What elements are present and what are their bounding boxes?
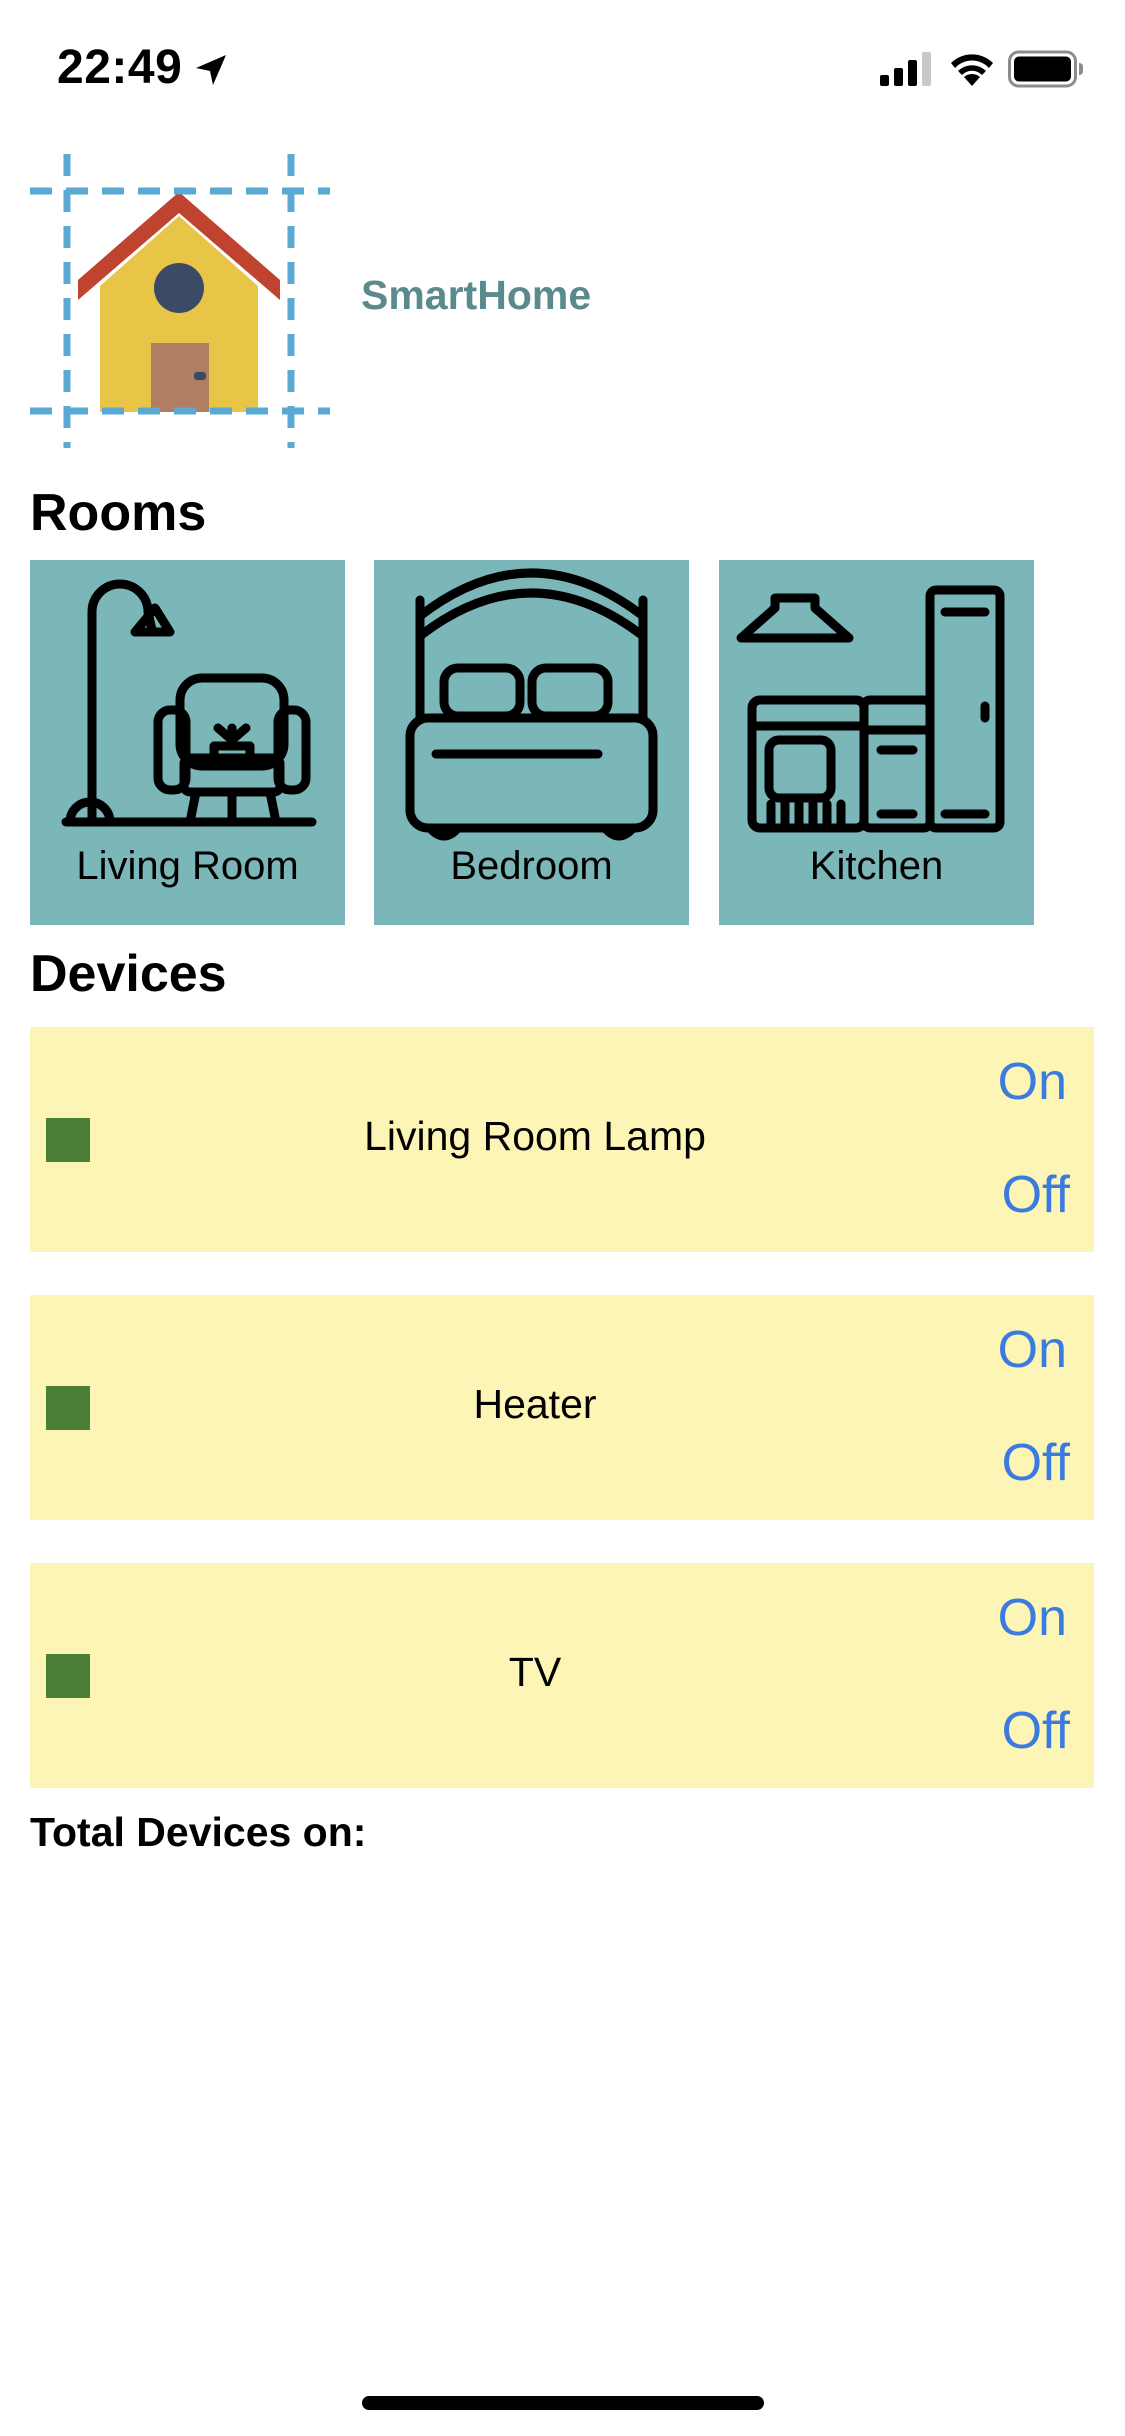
bed-icon	[405, 568, 658, 841]
status-time: 22:49	[57, 41, 183, 94]
off-button[interactable]: Off	[1002, 1169, 1070, 1221]
home-indicator[interactable]	[362, 2396, 764, 2410]
room-card-kitchen[interactable]: Kitchen	[719, 560, 1034, 925]
kitchen-icon	[736, 585, 1005, 833]
status-bar: 22:49	[0, 0, 1125, 132]
room-card-living-room[interactable]: Living Room	[30, 560, 345, 925]
room-card-bedroom[interactable]: Bedroom	[374, 560, 689, 925]
device-name: TV	[508, 1649, 562, 1695]
total-devices-on-label: Total Devices on:	[30, 1809, 367, 1855]
armchair-lamp-icon	[61, 579, 317, 827]
devices-section-title: Devices	[30, 945, 227, 1003]
room-label: Kitchen	[809, 844, 944, 888]
house-icon	[30, 154, 330, 448]
device-name: Living Room Lamp	[364, 1113, 706, 1159]
on-button[interactable]: On	[998, 1592, 1067, 1644]
battery-icon	[1008, 50, 1083, 88]
wifi-icon	[951, 54, 993, 86]
device-row-tv: TV On Off	[30, 1563, 1094, 1788]
on-button[interactable]: On	[998, 1056, 1067, 1108]
cellular-signal-icon	[880, 52, 931, 86]
room-label: Bedroom	[450, 844, 613, 888]
device-row-living-room-lamp: Living Room Lamp On Off	[30, 1027, 1094, 1252]
off-button[interactable]: Off	[1002, 1437, 1070, 1489]
off-button[interactable]: Off	[1002, 1705, 1070, 1757]
rooms-section-title: Rooms	[30, 484, 207, 542]
device-name: Heater	[473, 1381, 597, 1427]
location-arrow-icon	[196, 55, 226, 85]
on-button[interactable]: On	[998, 1324, 1067, 1376]
room-label: Living Room	[76, 844, 299, 888]
device-row-heater: Heater On Off	[30, 1295, 1094, 1520]
app-title: SmartHome	[361, 272, 592, 318]
